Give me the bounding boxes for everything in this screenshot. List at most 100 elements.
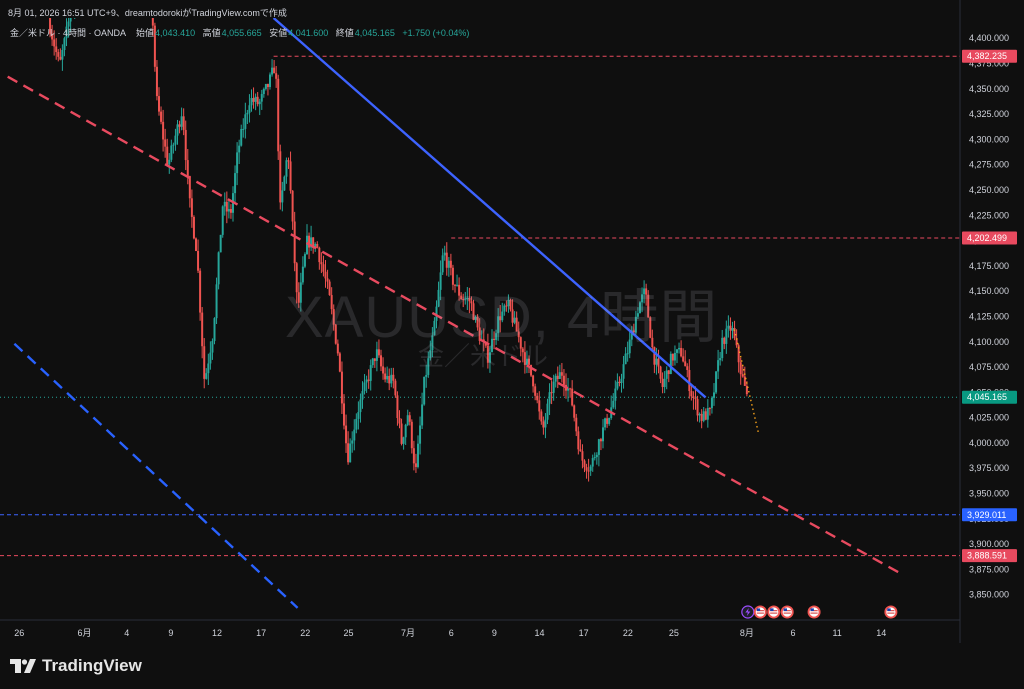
price-label-text: 4,202.499 [967,233,1007,243]
low-value: 4,041.600 [288,28,329,38]
candle-body [194,238,197,251]
candle-body [542,421,545,428]
candle-body [197,250,200,271]
candle-body [221,206,224,235]
us-flag-canton [783,608,787,611]
candle-body [268,74,271,88]
candle-body [386,375,389,380]
candle-body [741,374,744,377]
candle-body [581,451,584,461]
candle-body [593,457,596,459]
us-flag-stripe [783,612,791,614]
candle-body [59,56,62,60]
candle-body [186,160,189,177]
candle-body [604,418,607,428]
candle-body [188,176,191,199]
candle-body [616,381,619,389]
candle-body [554,375,557,382]
ohlc-legend: 金／米ドル · 4時間 · OANDA 始値4,043.410 高値4,055.… [10,26,474,39]
candle-body [682,356,685,362]
candle-body [571,388,574,406]
candle-body [618,381,621,383]
candle-body [252,98,255,102]
y-tick-label: 4,000.000 [969,438,1009,448]
candle-body [367,379,370,381]
candle-body [340,371,343,404]
candle-body [373,358,376,361]
candle-body [612,400,615,408]
candle-body [207,363,210,374]
candle-body [532,375,535,387]
candle-body [363,382,366,392]
x-tick-label: 6 [449,628,454,638]
candle-body [55,46,58,53]
candle-body [577,431,580,450]
candle-body [178,124,181,127]
candle-body [723,337,726,344]
candle-body [345,425,348,444]
candle-body [203,346,206,379]
candle-body [447,260,450,268]
tradingview-logo[interactable]: TradingView [10,656,142,676]
candle-body [160,111,163,122]
candle-body [657,358,660,367]
close-value: 4,045.165 [354,28,395,38]
candle-body [394,380,397,396]
candle-body [579,449,582,452]
candle-body [369,365,372,381]
candle-body [157,96,160,112]
candle-body [342,403,345,426]
candle-body [254,96,257,102]
candle-body [725,328,728,344]
candle-body [248,105,251,113]
candle-body [404,424,407,438]
footer [0,643,1024,689]
candle-body [445,252,448,268]
change-value: +1.750 (+0.04%) [402,28,470,38]
us-flag-stripe [770,612,778,614]
candle-body [398,417,401,424]
candle-body [696,399,699,416]
candle-body [712,392,715,398]
x-tick-label: 11 [832,628,841,638]
y-tick-label: 4,400.000 [969,33,1009,43]
candle-body [698,413,701,416]
candle-body [425,374,428,377]
candle-body [61,50,64,60]
candle-body [400,423,403,444]
candle-body [170,145,173,160]
candle-body [273,67,276,74]
candle-body [663,378,666,388]
candle-body [264,83,267,89]
us-flag-canton [810,608,814,611]
high-label: 高値 [202,28,221,38]
symbol-line: 金／米ドル · 4時間 · OANDA [10,28,126,38]
candle-body [449,260,452,268]
candle-body [700,413,703,421]
candle-body [606,418,609,424]
candle-body [209,352,212,364]
candle-body [277,78,280,152]
y-tick-label: 3,875.000 [969,564,1009,574]
x-tick-label: 4 [124,628,129,638]
open-label: 始値 [136,28,155,38]
candle-body [552,381,555,393]
high-value: 4,055.665 [221,28,262,38]
candle-body [78,0,80,5]
candle-body [262,88,265,95]
candle-body [201,312,204,347]
candle-body [569,388,572,390]
candle-body [739,362,742,375]
candle-body [63,38,66,51]
candle-body [575,417,578,432]
candle-body [256,96,259,105]
low-label: 安値 [269,28,288,38]
candle-body [382,366,385,374]
candle-body [669,353,672,375]
y-tick-label: 4,250.000 [969,185,1009,195]
candle-body [215,284,218,319]
candle-body [353,429,356,441]
candle-body [396,395,399,418]
candle-body [673,352,676,361]
blue-dashed-trend-line [13,342,299,609]
